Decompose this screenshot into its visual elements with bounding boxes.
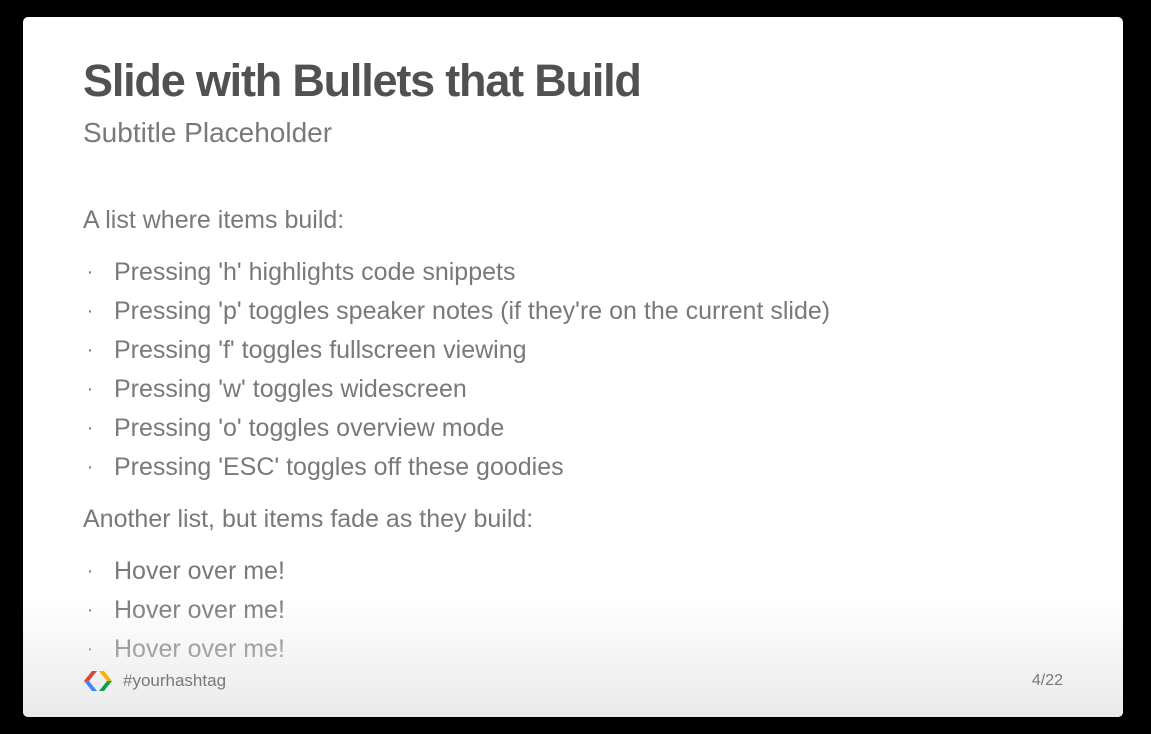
list-item-text: Pressing 'h' highlights code snippets [114,258,516,286]
bullet-icon: · [86,339,94,361]
slide-subtitle: Subtitle Placeholder [83,117,333,148]
google-developers-logo-icon [84,671,112,691]
bullet-icon: · [86,417,94,439]
list-item-text: Pressing 'ESC' toggles off these goodies [114,453,564,481]
bullet-icon: · [86,456,94,478]
slide-title: Slide with Bullets that Build [83,55,642,106]
list-intro-build: A list where items build: [83,206,345,234]
bullet-icon: · [86,300,94,322]
list-item-text: Hover over me! [114,596,285,624]
footer-hashtag: #yourhashtag [123,671,227,690]
list-item-text: Pressing 'p' toggles speaker notes (if t… [114,297,831,325]
list-item-text: Pressing 'w' toggles widescreen [114,375,467,403]
bullet-icon: · [86,638,94,660]
slide: Slide with Bullets that Build Subtitle P… [23,17,1123,717]
list-item-text: Pressing 'f' toggles fullscreen viewing [114,336,527,364]
slide-number: 4/22 [1031,672,1063,689]
bullet-icon: · [86,261,94,283]
bullet-icon: · [86,378,94,400]
list-intro-fade: Another list, but items fade as they bui… [83,505,534,533]
list-item-text: Hover over me! [114,557,285,585]
list-item-text: Hover over me! [114,635,285,663]
list-item-text: Pressing 'o' toggles overview mode [114,414,505,442]
bullet-icon: · [86,599,94,621]
bullet-icon: · [86,560,94,582]
